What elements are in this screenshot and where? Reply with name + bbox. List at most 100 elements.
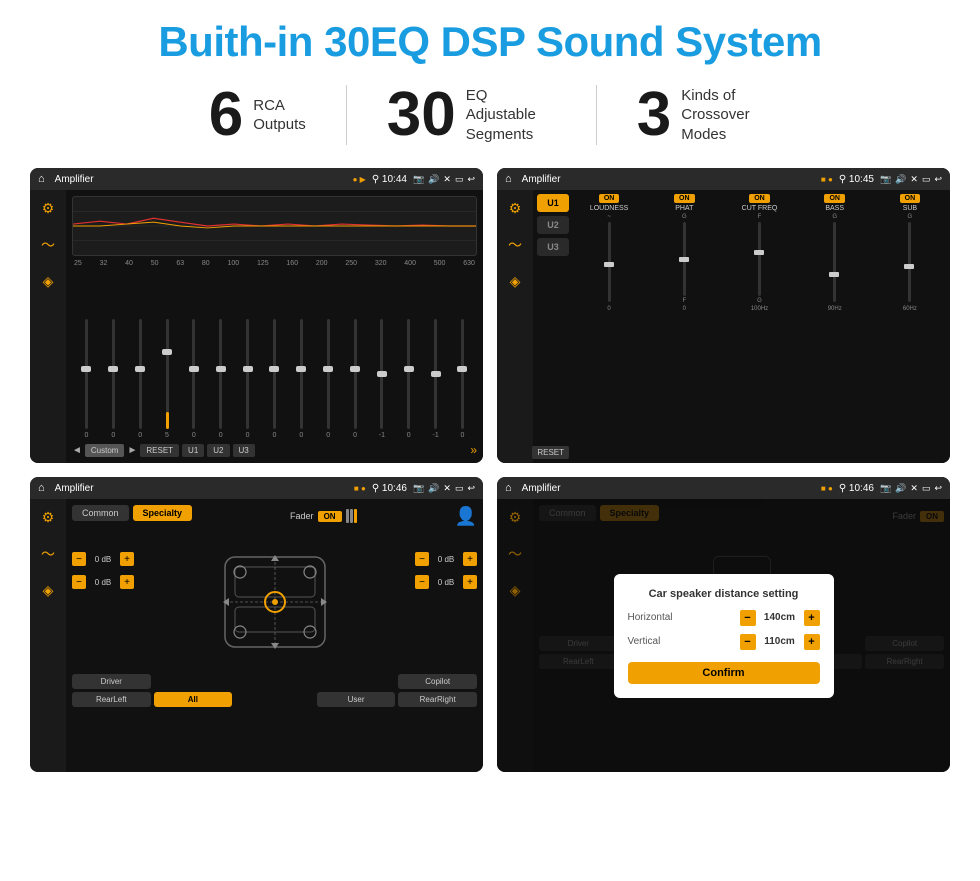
fader-db2-minus[interactable]: −	[72, 575, 86, 589]
dialog-horizontal-minus[interactable]: −	[740, 610, 756, 626]
eq-reset-btn[interactable]: RESET	[140, 444, 179, 457]
xover-loudness-on[interactable]: ON	[599, 194, 620, 203]
fader-db3-plus[interactable]: +	[463, 552, 477, 566]
eq-track-13[interactable]	[407, 319, 410, 429]
xover-reset-btn[interactable]: RESET	[532, 446, 569, 459]
fader-db1-minus[interactable]: −	[72, 552, 86, 566]
eq-slider-12: -1	[369, 319, 394, 439]
xover-sub-val: 60Hz	[903, 306, 917, 312]
fader-db4-minus[interactable]: −	[415, 575, 429, 589]
freq-100: 100	[227, 260, 239, 267]
eq-sidebar: ⚙ 〜 ◈	[30, 190, 66, 463]
fader-rearright-btn[interactable]: RearRight	[398, 692, 477, 707]
eq-next[interactable]: ►	[127, 445, 137, 456]
eq-val-12: -1	[379, 432, 385, 439]
eq-track-9[interactable]	[300, 319, 303, 429]
eq-more-icon[interactable]: »	[470, 443, 477, 457]
fader-db2-value: 0 dB	[89, 578, 117, 587]
fader-user-btn[interactable]: User	[317, 692, 396, 707]
freq-250: 250	[345, 260, 357, 267]
fader-sidebar-icon-2[interactable]: 〜	[41, 544, 55, 564]
screens-grid: ⌂ Amplifier ● ▶ ⚲ 10:44 📷 🔊 ✕ ▭ ↩ ⚙ 〜 ◈	[30, 168, 950, 772]
eq-slider-6: 0	[208, 319, 233, 439]
eq-track-2[interactable]	[112, 319, 115, 429]
freq-160: 160	[286, 260, 298, 267]
xover-phat-on[interactable]: ON	[674, 194, 695, 203]
eq-track-14[interactable]	[434, 319, 437, 429]
eq-track-7[interactable]	[246, 319, 249, 429]
dialog-vertical-minus[interactable]: −	[740, 634, 756, 650]
eq-track-10[interactable]	[327, 319, 330, 429]
fader-volume-icon: 🔊	[428, 483, 439, 494]
eq-screen-content: ⚙ 〜 ◈	[30, 190, 483, 463]
xover-sidebar-icon-3[interactable]: ◈	[510, 273, 521, 290]
xover-u1-btn[interactable]: U1	[537, 194, 569, 212]
fader-all-btn[interactable]: All	[154, 692, 233, 707]
fader-sidebar-icon-3[interactable]: ◈	[43, 582, 54, 599]
freq-63: 63	[176, 260, 184, 267]
eq-val-8: 0	[272, 432, 276, 439]
eq-val-4: 5	[165, 432, 169, 439]
xover-loudness-val: 0	[607, 306, 610, 312]
dialog-app-name: Amplifier	[522, 483, 815, 494]
eq-u2-btn[interactable]: U2	[207, 444, 229, 457]
eq-track-4[interactable]	[166, 319, 169, 429]
eq-time: ⚲ 10:44	[372, 174, 407, 185]
eq-val-3: 0	[138, 432, 142, 439]
eq-sidebar-icon-3[interactable]: ◈	[43, 273, 54, 290]
fader-sidebar-icon-1[interactable]: ⚙	[42, 509, 55, 526]
eq-slider-2: 0	[101, 319, 126, 439]
xover-sidebar-icon-1[interactable]: ⚙	[509, 200, 522, 217]
dialog-title: Car speaker distance setting	[628, 588, 820, 600]
freq-40: 40	[125, 260, 133, 267]
eq-track-8[interactable]	[273, 319, 276, 429]
eq-track-11[interactable]	[354, 319, 357, 429]
fader-common-tab[interactable]: Common	[72, 505, 129, 521]
dialog-horizontal-plus[interactable]: +	[804, 610, 820, 626]
fader-db3-minus[interactable]: −	[415, 552, 429, 566]
eq-track-12[interactable]	[380, 319, 383, 429]
dialog-volume-icon: 🔊	[895, 483, 906, 494]
xover-bass-on[interactable]: ON	[824, 194, 845, 203]
eq-u3-btn[interactable]: U3	[233, 444, 255, 457]
eq-u1-btn[interactable]: U1	[182, 444, 204, 457]
eq-slider-3: 0	[128, 319, 153, 439]
xover-sub-on[interactable]: ON	[900, 194, 921, 203]
xover-cutfreq-on[interactable]: ON	[749, 194, 770, 203]
xover-cutfreq-label: CUT FREQ	[742, 205, 778, 212]
eq-prev[interactable]: ◄	[72, 445, 82, 456]
dialog-vertical-plus[interactable]: +	[804, 634, 820, 650]
eq-track-5[interactable]	[192, 319, 195, 429]
dialog-horizontal-row: Horizontal − 140cm +	[628, 610, 820, 626]
fader-db1-plus[interactable]: +	[120, 552, 134, 566]
eq-sidebar-icon-1[interactable]: ⚙	[42, 200, 55, 217]
xover-ch-cutfreq: ON CUT FREQ F G	[723, 194, 795, 459]
eq-track-6[interactable]	[219, 319, 222, 429]
xover-cutfreq-slider: F G	[723, 214, 795, 304]
xover-u2-btn[interactable]: U2	[537, 216, 569, 234]
fader-specialty-tab[interactable]: Specialty	[133, 505, 193, 521]
fader-rearleft-btn[interactable]: RearLeft	[72, 692, 151, 707]
fader-screen-content: ⚙ 〜 ◈ Common Specialty Fader ON	[30, 499, 483, 772]
fader-driver-btn[interactable]: Driver	[72, 674, 151, 689]
fader-db2-plus[interactable]: +	[120, 575, 134, 589]
dialog-confirm-button[interactable]: Confirm	[628, 662, 820, 684]
fader-bottom-btns-1: Driver Copilot	[72, 674, 477, 689]
fader-left-controls: − 0 dB + − 0 dB +	[72, 552, 134, 592]
eq-track-3[interactable]	[139, 319, 142, 429]
fader-copilot-btn[interactable]: Copilot	[398, 674, 477, 689]
xover-volume-icon: 🔊	[895, 174, 906, 185]
xover-main-area: U1 U2 U3 RESET ON LOUDNESS	[533, 190, 950, 463]
eq-sidebar-icon-2[interactable]: 〜	[41, 235, 55, 255]
xover-sidebar-icon-2[interactable]: 〜	[508, 235, 522, 255]
fader-on-button[interactable]: ON	[318, 511, 342, 522]
fader-db3-value: 0 dB	[432, 555, 460, 564]
xover-camera-icon: 📷	[880, 174, 891, 185]
x-icon: ✕	[443, 174, 451, 185]
eq-custom-btn[interactable]: Custom	[85, 444, 125, 457]
xover-u3-btn[interactable]: U3	[537, 238, 569, 256]
fader-x-icon: ✕	[443, 483, 451, 494]
fader-db4-plus[interactable]: +	[463, 575, 477, 589]
eq-track-1[interactable]	[85, 319, 88, 429]
eq-track-15[interactable]	[461, 319, 464, 429]
